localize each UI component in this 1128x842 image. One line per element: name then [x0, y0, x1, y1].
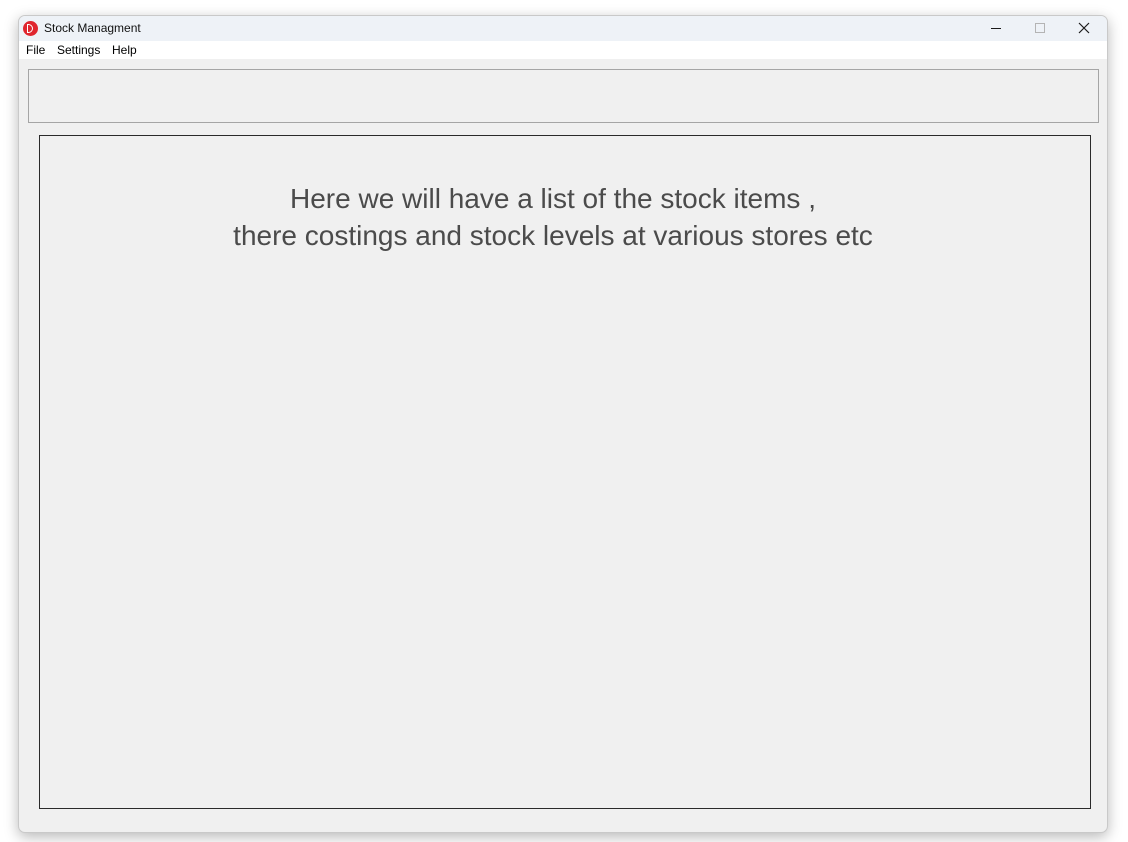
minimize-icon[interactable]: [974, 16, 1018, 41]
menu-bar: File Settings Help: [19, 41, 1107, 59]
placeholder-line-2: there costings and stock levels at vario…: [233, 220, 873, 251]
placeholder-text: Here we will have a list of the stock it…: [40, 180, 1066, 254]
placeholder-line-1: Here we will have a list of the stock it…: [290, 183, 816, 214]
toolbar-panel: [28, 69, 1099, 123]
window-title: Stock Managment: [44, 21, 141, 35]
title-bar[interactable]: Stock Managment: [19, 16, 1107, 41]
close-icon[interactable]: [1062, 16, 1106, 41]
menu-file[interactable]: File: [26, 43, 45, 57]
app-window: Stock Managment File Settings Help Here …: [18, 15, 1108, 833]
menu-help[interactable]: Help: [112, 43, 137, 57]
app-logo-icon: [23, 21, 38, 36]
stock-list-panel: Here we will have a list of the stock it…: [39, 135, 1091, 809]
menu-settings[interactable]: Settings: [57, 43, 100, 57]
maximize-icon[interactable]: [1018, 16, 1062, 41]
